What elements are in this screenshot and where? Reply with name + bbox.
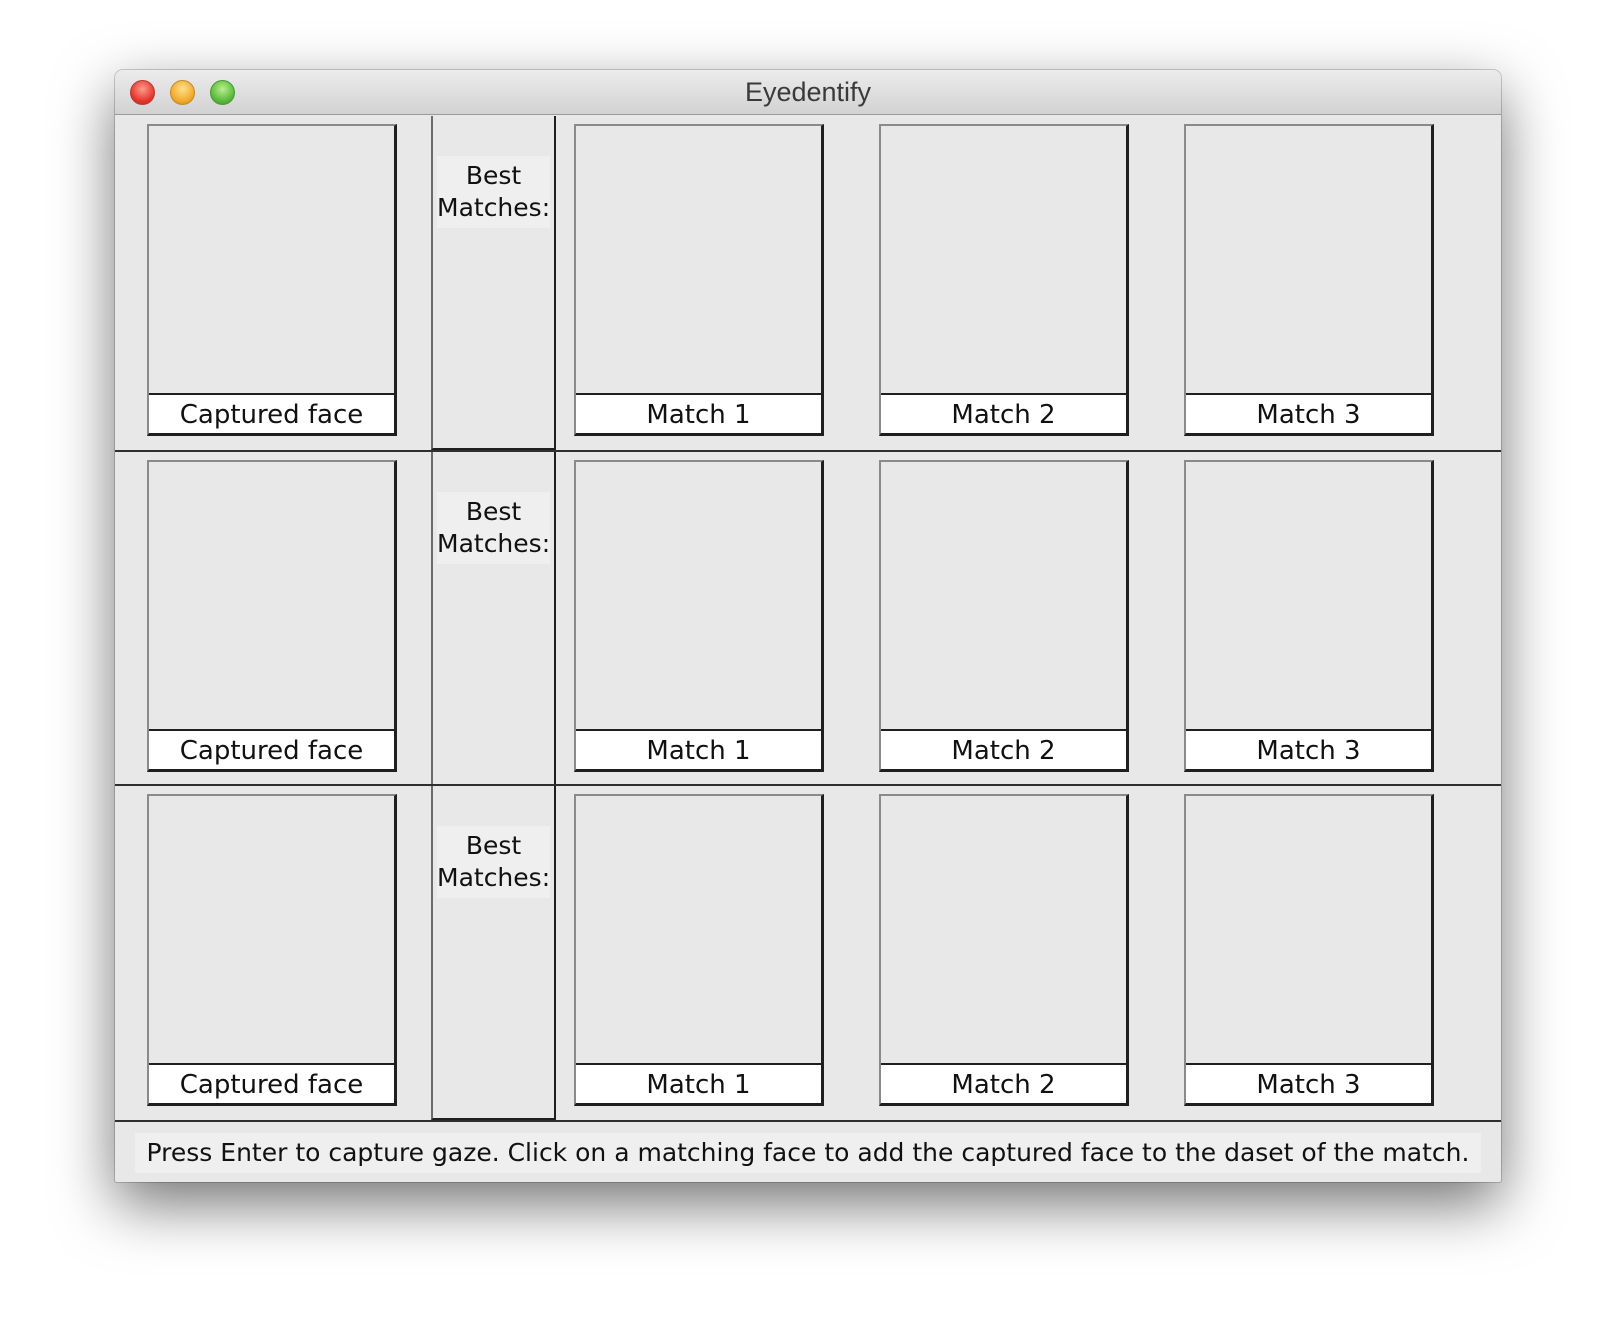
best-matches-column: Best Matches:	[431, 116, 556, 450]
captured-face-label: Captured face	[149, 393, 394, 433]
best-matches-column: Best Matches:	[431, 452, 556, 786]
match-3-label: Match 3	[1186, 1063, 1431, 1103]
match-1-image	[576, 462, 821, 729]
match-1-label: Match 1	[576, 729, 821, 769]
content-area: Captured face Best Matches: Match 1 Matc…	[115, 116, 1501, 1182]
match-2-label: Match 2	[881, 393, 1126, 433]
captured-face-panel[interactable]: Captured face	[147, 460, 397, 772]
result-row: Captured face Best Matches: Match 1 Matc…	[115, 450, 1501, 786]
match-2-panel[interactable]: Match 2	[879, 460, 1129, 772]
captured-face-panel[interactable]: Captured face	[147, 124, 397, 436]
result-row: Captured face Best Matches: Match 1 Matc…	[115, 116, 1501, 450]
match-3-panel[interactable]: Match 3	[1184, 124, 1434, 436]
match-3-panel[interactable]: Match 3	[1184, 794, 1434, 1106]
match-3-image	[1186, 126, 1431, 393]
title-bar: Eyedentify	[115, 70, 1501, 115]
best-matches-label: Best Matches:	[437, 492, 550, 564]
status-message: Press Enter to capture gaze. Click on a …	[135, 1133, 1481, 1173]
match-2-image	[881, 796, 1126, 1063]
app-window: Eyedentify Captured face Best Matches: M…	[115, 70, 1501, 1182]
match-2-label: Match 2	[881, 1063, 1126, 1103]
match-3-panel[interactable]: Match 3	[1184, 460, 1434, 772]
captured-face-image	[149, 462, 394, 729]
best-matches-label: Best Matches:	[437, 826, 550, 898]
match-3-label: Match 3	[1186, 729, 1431, 769]
best-matches-label: Best Matches:	[437, 156, 550, 228]
match-3-label: Match 3	[1186, 393, 1431, 433]
match-3-image	[1186, 462, 1431, 729]
captured-face-image	[149, 126, 394, 393]
match-1-image	[576, 126, 821, 393]
match-2-panel[interactable]: Match 2	[879, 794, 1129, 1106]
status-bar: Press Enter to capture gaze. Click on a …	[115, 1120, 1501, 1182]
result-row: Captured face Best Matches: Match 1 Matc…	[115, 784, 1501, 1120]
captured-face-label: Captured face	[149, 729, 394, 769]
captured-face-image	[149, 796, 394, 1063]
match-1-panel[interactable]: Match 1	[574, 460, 824, 772]
match-1-label: Match 1	[576, 393, 821, 433]
match-2-panel[interactable]: Match 2	[879, 124, 1129, 436]
match-3-image	[1186, 796, 1431, 1063]
captured-face-panel[interactable]: Captured face	[147, 794, 397, 1106]
best-matches-column: Best Matches:	[431, 786, 556, 1120]
match-2-image	[881, 126, 1126, 393]
match-2-image	[881, 462, 1126, 729]
match-2-label: Match 2	[881, 729, 1126, 769]
match-1-panel[interactable]: Match 1	[574, 794, 824, 1106]
match-1-image	[576, 796, 821, 1063]
window-title: Eyedentify	[744, 77, 872, 107]
match-1-panel[interactable]: Match 1	[574, 124, 824, 436]
captured-face-label: Captured face	[149, 1063, 394, 1103]
match-1-label: Match 1	[576, 1063, 821, 1103]
